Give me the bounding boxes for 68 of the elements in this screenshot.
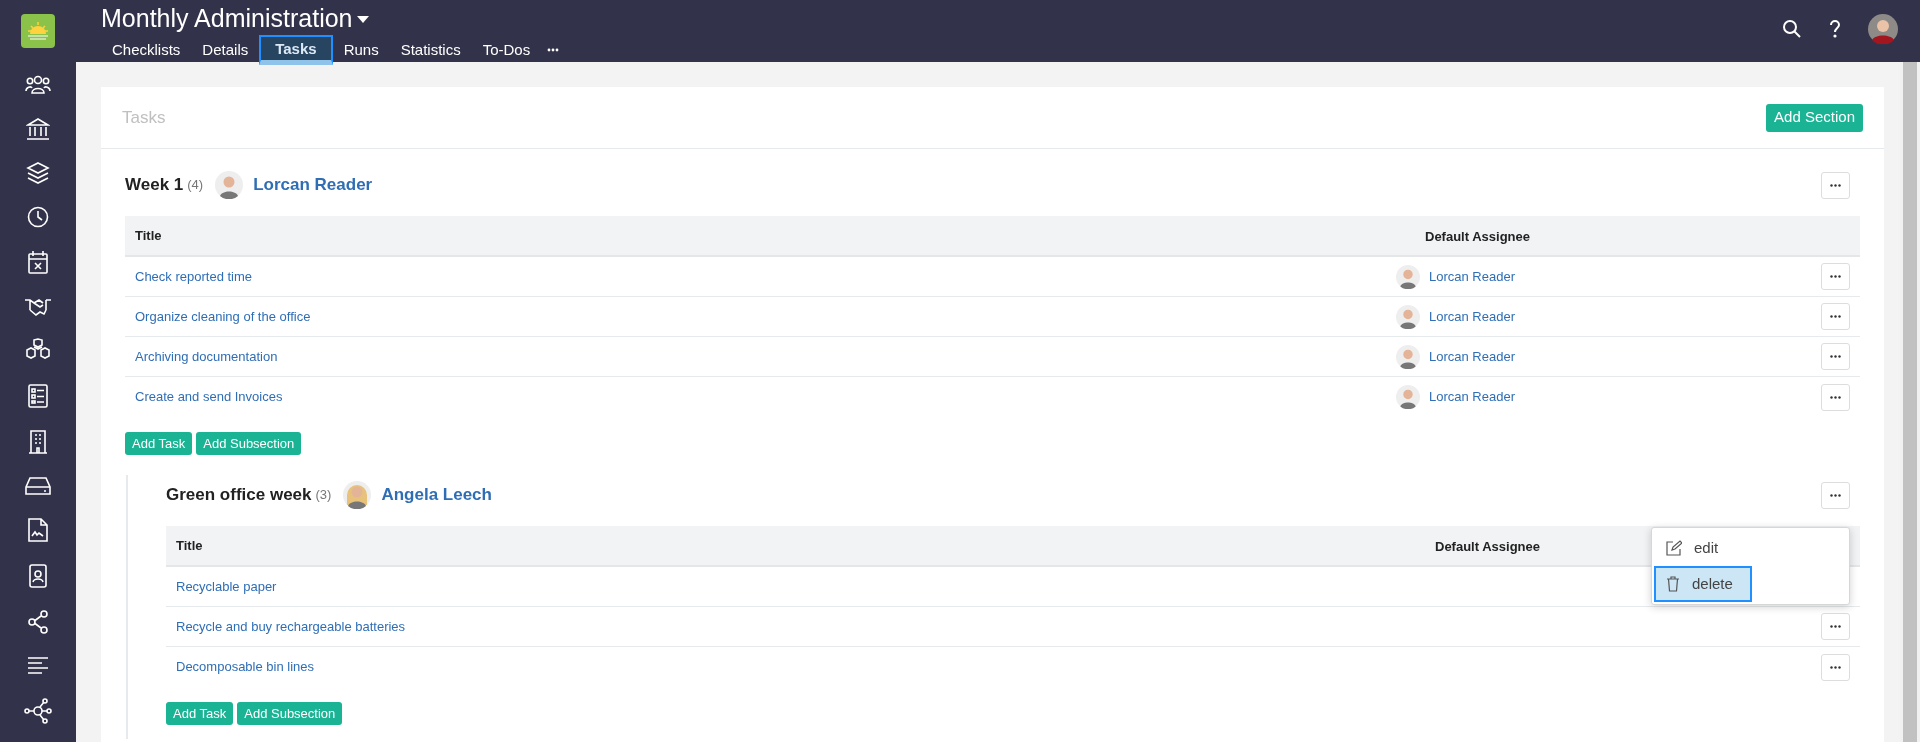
people-icon[interactable]: [25, 74, 51, 96]
assignee-link[interactable]: Angela Leech: [381, 482, 492, 508]
assignee-link[interactable]: Lorcan Reader: [1429, 387, 1515, 407]
panel-title: Tasks: [122, 106, 166, 129]
task-link[interactable]: Check reported time: [135, 266, 1396, 287]
cubes-icon[interactable]: [25, 338, 51, 362]
share-icon[interactable]: [27, 610, 49, 634]
clock-icon[interactable]: [27, 206, 49, 228]
tab[interactable]: Runs: [332, 37, 390, 63]
user-avatar[interactable]: [1868, 14, 1898, 44]
section-title: Green office week: [166, 484, 312, 507]
task-link[interactable]: Organize cleaning of the office: [135, 306, 1396, 327]
text-align-icon[interactable]: [27, 656, 49, 676]
user-avatar: [1396, 385, 1420, 409]
section-title: Week 1: [125, 174, 184, 197]
user-avatar: [1396, 304, 1420, 329]
edit-icon: [1666, 540, 1682, 556]
ellipsis-icon: [1830, 493, 1841, 497]
column-header: Default Assignee: [1425, 228, 1530, 244]
ellipsis-icon: [1830, 665, 1841, 669]
user-avatar: [1396, 344, 1420, 369]
column-header: Title: [176, 536, 204, 555]
task-link[interactable]: Decomposable bin lines: [176, 657, 1406, 677]
more-icon[interactable]: [547, 48, 560, 52]
menu-item[interactable]: delete: [1654, 566, 1752, 602]
bank-icon[interactable]: [26, 118, 50, 140]
building-icon[interactable]: [28, 430, 48, 454]
search-icon[interactable]: [1782, 19, 1802, 39]
assignee-link[interactable]: Lorcan Reader: [1429, 346, 1515, 367]
ellipsis-icon: [1830, 315, 1841, 318]
drive-icon[interactable]: [25, 476, 51, 496]
column-header: Title: [135, 226, 163, 245]
menu-item[interactable]: edit: [1654, 530, 1752, 566]
network-icon[interactable]: [24, 698, 52, 724]
user-avatar: [1396, 264, 1420, 289]
tab[interactable]: Tasks: [259, 35, 333, 65]
tab[interactable]: To-Dos: [471, 37, 542, 63]
ellipsis-icon: [1830, 395, 1841, 399]
task-link[interactable]: Recyclable paper: [176, 576, 1406, 597]
task-count: (4): [187, 176, 204, 195]
tab[interactable]: Statistics: [389, 37, 472, 63]
task-link[interactable]: Recycle and buy rechargeable batteries: [176, 616, 1406, 637]
layers-icon[interactable]: [26, 162, 50, 184]
caret-icon[interactable]: [356, 15, 369, 23]
tab[interactable]: Details: [191, 37, 260, 63]
help-icon[interactable]: [1828, 19, 1842, 39]
user-avatar: [215, 171, 244, 199]
scrollbar[interactable]: [1900, 62, 1920, 742]
ellipsis-icon: [1830, 183, 1841, 187]
task-link[interactable]: Create and send Invoices: [135, 387, 1396, 407]
document-icon[interactable]: [28, 518, 48, 542]
trash-icon: [1666, 576, 1680, 592]
contact-book-icon[interactable]: [28, 564, 48, 588]
ellipsis-icon: [1830, 625, 1841, 628]
page-title: Monthly Administration: [101, 3, 353, 33]
handshake-icon[interactable]: [24, 296, 52, 316]
task-count: (3): [315, 486, 332, 505]
ellipsis-icon: [1830, 355, 1841, 358]
calendar-x-icon[interactable]: [28, 250, 48, 274]
column-header: Default Assignee: [1435, 538, 1540, 554]
task-link[interactable]: Archiving documentation: [135, 346, 1396, 367]
checklist-icon[interactable]: [28, 384, 48, 408]
ellipsis-icon: [1830, 275, 1841, 278]
tab[interactable]: Checklists: [101, 37, 192, 63]
user-avatar: [343, 481, 372, 509]
assignee-link[interactable]: Lorcan Reader: [253, 172, 373, 198]
assignee-link[interactable]: Lorcan Reader: [1429, 266, 1515, 287]
assignee-link[interactable]: Lorcan Reader: [1429, 306, 1515, 327]
